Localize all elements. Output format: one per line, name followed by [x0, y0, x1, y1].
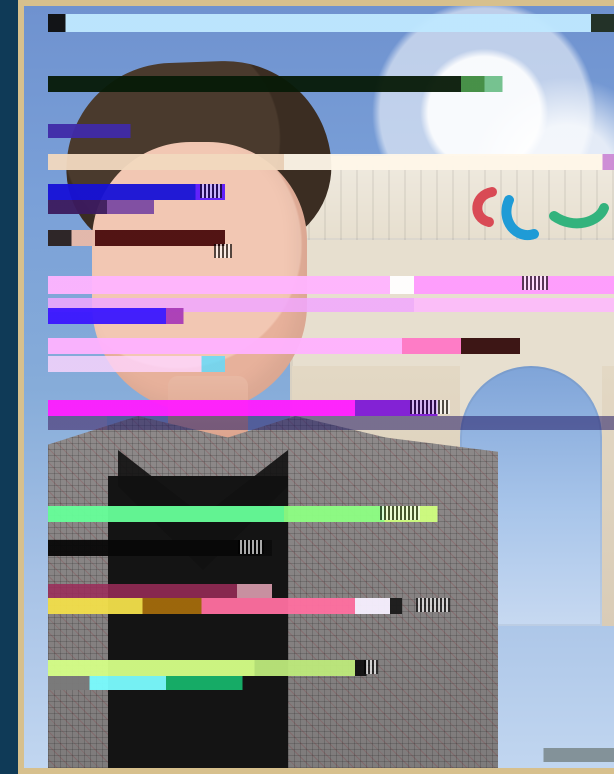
glitch-noise: [238, 540, 264, 554]
glitch-bar: [48, 416, 614, 430]
glitch-bar: [48, 124, 614, 138]
glitch-noise: [380, 506, 420, 520]
glitch-bar: [48, 14, 614, 32]
glitch-noise: [416, 598, 450, 612]
glitch-bar: [48, 338, 614, 354]
glitch-bar: [48, 400, 614, 416]
photo-stage: [0, 0, 614, 774]
glitch-bar: [48, 356, 614, 372]
glitch-noise: [200, 184, 222, 198]
glitch-bar: [48, 200, 614, 214]
glitch-bar: [48, 660, 614, 676]
glitch-bar: [48, 540, 614, 556]
glitch-noise: [522, 276, 548, 290]
glitch-noise: [364, 660, 378, 674]
glitch-bar: [48, 676, 614, 690]
glitch-bar: [48, 154, 614, 170]
photo: [24, 6, 614, 768]
glitch-bar: [48, 230, 614, 246]
glitch-noise: [214, 244, 232, 258]
glitch-noise: [410, 400, 450, 414]
glitch-bar: [48, 584, 614, 598]
glitch-bar: [48, 506, 614, 522]
glitch-bar: [48, 598, 614, 614]
glitch-bar: [48, 308, 614, 324]
glitch-bar: [48, 76, 614, 92]
glitch-bar: [48, 748, 614, 762]
glitch-bar: [48, 184, 614, 200]
